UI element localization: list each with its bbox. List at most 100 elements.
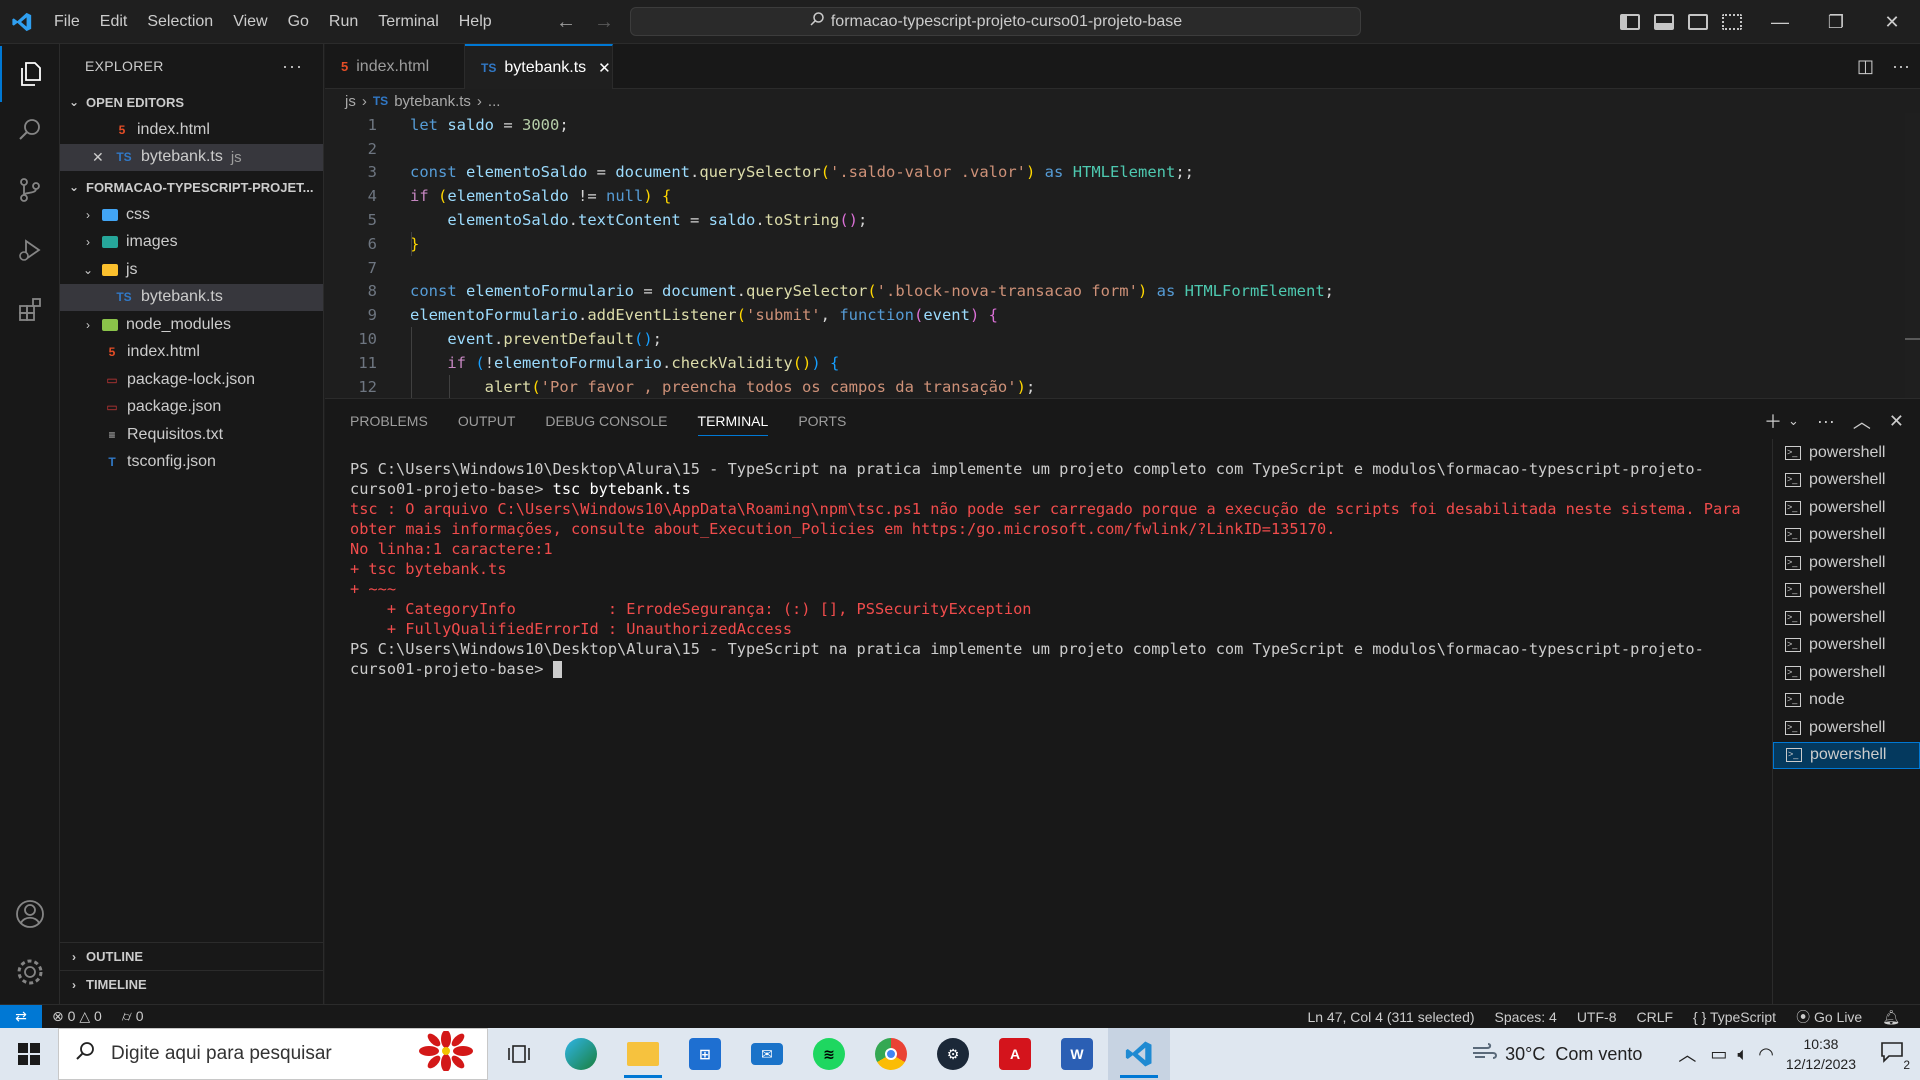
menu-edit[interactable]: Edit	[90, 0, 138, 44]
remote-indicator-icon[interactable]: ⇄	[0, 1004, 42, 1029]
outline-section[interactable]: › OUTLINE	[60, 942, 324, 970]
edge-browser-icon[interactable]	[550, 1028, 612, 1080]
menu-view[interactable]: View	[223, 0, 277, 44]
forward-arrow-icon[interactable]: →	[594, 11, 614, 34]
chrome-icon[interactable]	[860, 1028, 922, 1080]
explorer-icon[interactable]	[0, 46, 60, 102]
tree-file-requisitos[interactable]: ≡ Requisitos.txt	[60, 421, 323, 449]
notifications-bell-icon[interactable]: 🔔︎	[1882, 1009, 1900, 1026]
customize-layout-icon[interactable]	[1722, 14, 1742, 30]
tree-folder-css[interactable]: › css	[60, 201, 323, 229]
tree-file-bytebank[interactable]: TS bytebank.ts	[60, 283, 323, 311]
steam-icon[interactable]: ⚙	[922, 1028, 984, 1080]
terminal-output[interactable]: PS C:\Users\Windows10\Desktop\Alura\15 -…	[350, 459, 1765, 679]
close-panel-icon[interactable]: ✕	[1889, 411, 1904, 432]
tree-file-tsconfig[interactable]: T tsconfig.json	[60, 449, 323, 477]
maximize-panel-icon[interactable]: ︿	[1853, 408, 1871, 434]
tab-output[interactable]: OUTPUT	[458, 413, 516, 429]
tree-folder-node-modules[interactable]: › node_modules	[60, 311, 323, 339]
terminal-instance[interactable]: >_ powershell	[1773, 604, 1920, 632]
language-mode[interactable]: { } TypeScript	[1693, 1009, 1776, 1025]
command-center[interactable]: formacao-typescript-projeto-curso01-proj…	[630, 7, 1361, 36]
tree-file-package-lock[interactable]: ▭ package-lock.json	[60, 366, 323, 394]
breadcrumb-folder[interactable]: js	[345, 93, 356, 110]
ports-indicator[interactable]: ⌭ 0	[122, 1008, 144, 1025]
chevron-up-icon[interactable]: ︿	[1678, 1041, 1696, 1067]
toggle-secondary-sidebar-icon[interactable]	[1688, 14, 1708, 30]
project-section[interactable]: ⌄ FORMACAO-TYPESCRIPT-PROJET...	[60, 173, 323, 201]
chevron-down-icon[interactable]: ⌄	[1788, 413, 1799, 429]
open-editor-item[interactable]: ✕ TS bytebank.ts js	[60, 143, 323, 171]
terminal-instance[interactable]: >_ powershell	[1773, 632, 1920, 660]
minimize-icon[interactable]: —	[1752, 0, 1808, 44]
menu-help[interactable]: Help	[449, 0, 502, 44]
terminal-instance[interactable]: >_ powershell	[1773, 659, 1920, 687]
more-actions-icon[interactable]: ···	[1892, 56, 1910, 77]
mail-icon[interactable]: ✉	[736, 1028, 798, 1080]
task-view-icon[interactable]	[488, 1028, 550, 1080]
cursor-position[interactable]: Ln 47, Col 4 (311 selected)	[1307, 1009, 1474, 1025]
editor-scrollbar[interactable]	[1905, 113, 1920, 398]
tab-terminal[interactable]: TERMINAL	[697, 413, 769, 436]
new-terminal-icon[interactable]: ＋	[1764, 408, 1782, 434]
menu-run[interactable]: Run	[319, 0, 368, 44]
problems-indicator[interactable]: ⊗ 0 △ 0	[52, 1008, 102, 1025]
terminal-instance-active[interactable]: >_ powershell	[1773, 741, 1920, 769]
tab-problems[interactable]: PROBLEMS	[350, 413, 428, 429]
wifi-icon[interactable]: ◠	[1758, 1044, 1774, 1065]
search-icon[interactable]	[0, 102, 60, 158]
toggle-panel-icon[interactable]	[1654, 14, 1674, 30]
close-editor-icon[interactable]: ✕	[92, 149, 106, 166]
tab-ports[interactable]: PORTS	[798, 413, 846, 429]
manage-gear-icon[interactable]	[0, 944, 60, 1000]
close-tab-icon[interactable]: ✕	[598, 59, 611, 77]
terminal-instance[interactable]: >_ powershell	[1773, 467, 1920, 495]
end-of-line[interactable]: CRLF	[1636, 1009, 1673, 1025]
restore-icon[interactable]: ❐	[1808, 0, 1864, 44]
timeline-section[interactable]: › TIMELINE	[60, 970, 324, 998]
notifications-icon[interactable]: 2	[1880, 1041, 1910, 1072]
tree-folder-images[interactable]: › images	[60, 229, 323, 257]
file-explorer-icon[interactable]	[612, 1028, 674, 1080]
menu-file[interactable]: File	[44, 0, 90, 44]
taskbar-search[interactable]: Digite aqui para pesquisar	[58, 1028, 488, 1080]
terminal-instance[interactable]: >_ powershell	[1773, 522, 1920, 550]
terminal-instance[interactable]: >_ powershell	[1773, 439, 1920, 467]
menu-go[interactable]: Go	[278, 0, 319, 44]
breadcrumb-file[interactable]: bytebank.ts	[394, 93, 471, 110]
tree-file-index[interactable]: 5 index.html	[60, 339, 323, 367]
tab-index-html[interactable]: 5 index.html	[325, 44, 465, 89]
volume-icon[interactable]: 🔈︎	[1737, 1044, 1748, 1065]
code-editor[interactable]: 1 let saldo = 3000; 2 3 const elementoSald…	[325, 113, 1905, 398]
tab-bytebank-ts[interactable]: TS bytebank.ts ✕	[465, 44, 613, 89]
weather-text[interactable]: 30°C Com vento	[1505, 1044, 1642, 1065]
tree-file-package[interactable]: ▭ package.json	[60, 394, 323, 422]
extensions-icon[interactable]	[0, 282, 60, 338]
word-icon[interactable]: W	[1046, 1028, 1108, 1080]
spotify-icon[interactable]: ≋	[798, 1028, 860, 1080]
menu-selection[interactable]: Selection	[137, 0, 223, 44]
terminal-instance[interactable]: >_ powershell	[1773, 494, 1920, 522]
run-debug-icon[interactable]	[0, 222, 60, 278]
tree-folder-js[interactable]: ⌄ js	[60, 256, 323, 284]
tab-debug-console[interactable]: DEBUG CONSOLE	[545, 413, 667, 429]
more-actions-icon[interactable]: ···	[1817, 411, 1835, 432]
microsoft-store-icon[interactable]: ⊞	[674, 1028, 736, 1080]
battery-icon[interactable]: ▭	[1710, 1044, 1727, 1065]
indentation[interactable]: Spaces: 4	[1495, 1009, 1557, 1025]
split-editor-icon[interactable]: ◫	[1857, 56, 1874, 77]
acrobat-icon[interactable]: A	[984, 1028, 1046, 1080]
toggle-primary-sidebar-icon[interactable]	[1620, 14, 1640, 30]
terminal-instance[interactable]: >_ node	[1773, 687, 1920, 715]
close-window-icon[interactable]: ✕	[1864, 0, 1920, 44]
clock[interactable]: 10:38 12/12/2023	[1786, 1034, 1856, 1074]
back-arrow-icon[interactable]: ←	[556, 11, 576, 34]
open-editors-section[interactable]: ⌄ OPEN EDITORS	[60, 88, 323, 116]
terminal-instance[interactable]: >_ powershell	[1773, 549, 1920, 577]
go-live-button[interactable]: ⦿ Go Live	[1796, 1007, 1862, 1027]
terminal-instance[interactable]: >_ powershell	[1773, 714, 1920, 742]
open-editor-item[interactable]: 5 index.html	[60, 116, 323, 144]
menu-terminal[interactable]: Terminal	[368, 0, 448, 44]
accounts-icon[interactable]	[0, 886, 60, 942]
terminal-instance[interactable]: >_ powershell	[1773, 577, 1920, 605]
